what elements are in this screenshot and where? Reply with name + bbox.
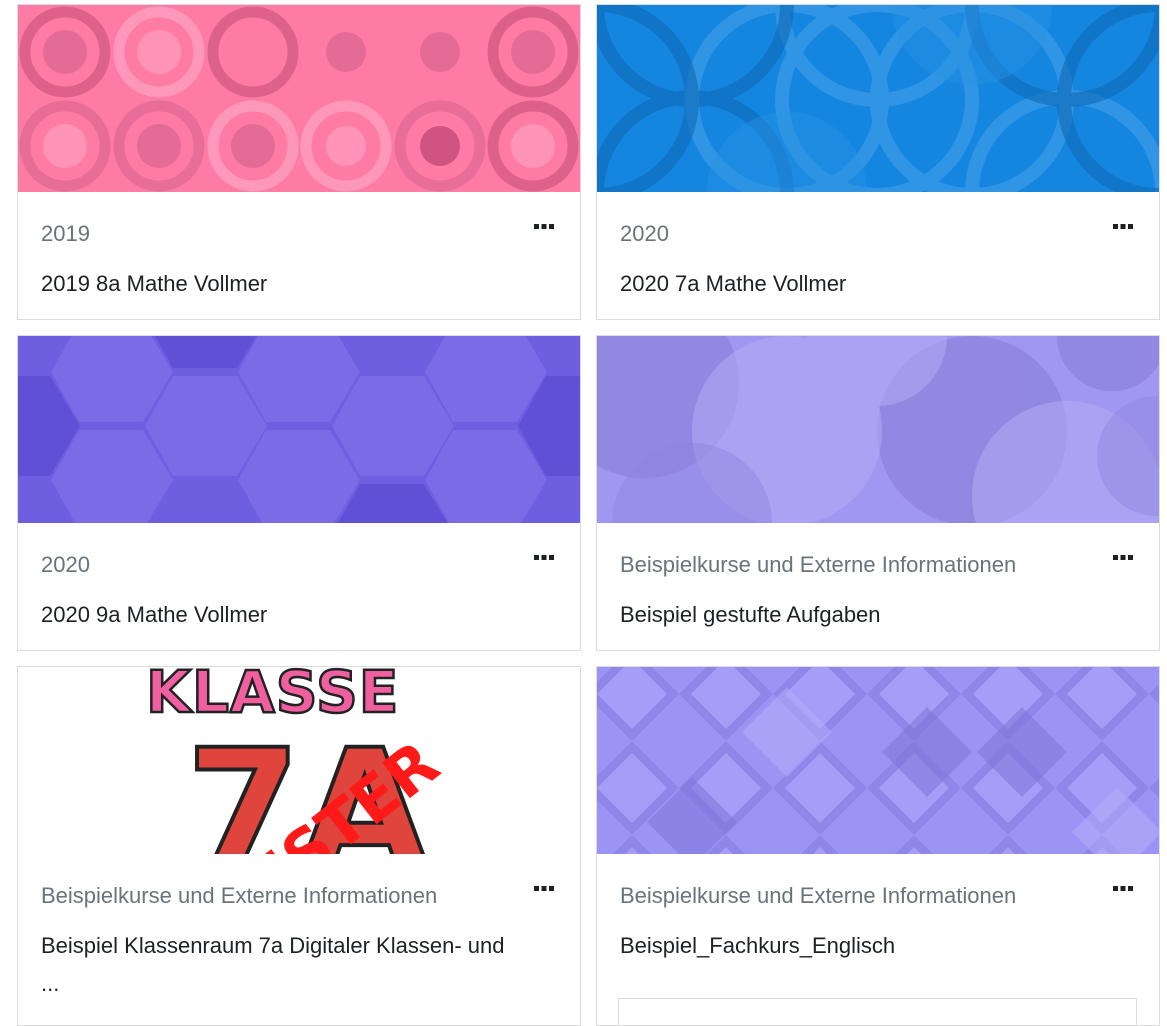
course-card-body: Beispielkurse und Externe Informationen …: [18, 854, 580, 1025]
course-card[interactable]: Beispielkurse und Externe Informationen …: [596, 335, 1160, 651]
course-title-link[interactable]: Beispiel Klassenraum 7a Digitaler Klasse…: [41, 927, 520, 1003]
course-image-lavender-circles[interactable]: [597, 336, 1159, 523]
course-card[interactable]: 2020 2020 7a Mathe Vollmer: [596, 4, 1160, 320]
course-category: 2019: [41, 221, 90, 246]
course-progress-area: [618, 998, 1137, 1025]
course-category: Beispielkurse und Externe Informationen: [620, 883, 1017, 908]
course-title-link[interactable]: Beispiel_Fachkurs_Englisch: [620, 927, 1099, 965]
course-title-link[interactable]: 2020 9a Mathe Vollmer: [41, 596, 520, 634]
course-category: 2020: [41, 552, 90, 577]
course-card[interactable]: KLASSE 7A MUSTER Beispielkurse und Exter…: [17, 666, 581, 1026]
more-options-icon[interactable]: [1111, 216, 1135, 238]
course-title-link[interactable]: 2019 8a Mathe Vollmer: [41, 265, 520, 303]
more-options-icon[interactable]: [1111, 878, 1135, 900]
more-options-icon[interactable]: [532, 547, 556, 569]
course-image-violet-diamonds[interactable]: [597, 667, 1159, 854]
course-card[interactable]: 2019 2019 8a Mathe Vollmer: [17, 4, 581, 320]
course-title-link[interactable]: Beispiel gestufte Aufgaben: [620, 596, 1099, 634]
course-card-body: 2019 2019 8a Mathe Vollmer: [18, 192, 580, 319]
more-options-icon[interactable]: [532, 878, 556, 900]
course-title-link[interactable]: 2020 7a Mathe Vollmer: [620, 265, 1099, 303]
course-category: Beispielkurse und Externe Informationen: [41, 883, 438, 908]
course-category: 2020: [620, 221, 669, 246]
course-image-klasse-7a[interactable]: KLASSE 7A MUSTER: [18, 667, 580, 854]
course-card-body: Beispielkurse und Externe Informationen …: [597, 854, 1159, 1025]
course-card-body: Beispielkurse und Externe Informationen …: [597, 523, 1159, 650]
course-category: Beispielkurse und Externe Informationen: [620, 552, 1017, 577]
course-card-body: 2020 2020 9a Mathe Vollmer: [18, 523, 580, 650]
course-image-purple-hexagons[interactable]: [18, 336, 580, 523]
course-card[interactable]: Beispielkurse und Externe Informationen …: [596, 666, 1160, 1026]
course-image-blue-circles[interactable]: [597, 5, 1159, 192]
course-image-pink-circles[interactable]: [18, 5, 580, 192]
more-options-icon[interactable]: [1111, 547, 1135, 569]
course-card-body: 2020 2020 7a Mathe Vollmer: [597, 192, 1159, 319]
more-options-icon[interactable]: [532, 216, 556, 238]
course-card[interactable]: 2020 2020 9a Mathe Vollmer: [17, 335, 581, 651]
